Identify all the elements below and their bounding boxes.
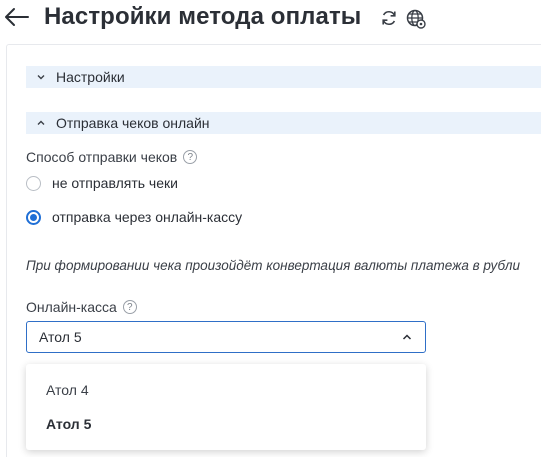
radio-online-cashbox-label: отправка через онлайн-кассу [52, 209, 243, 225]
dropdown-option-atol-5[interactable]: Атол 5 [46, 416, 91, 432]
radio-no-receipts-label: не отправлять чеки [52, 175, 178, 191]
globe-settings-icon[interactable] [406, 9, 426, 29]
chevron-down-icon [26, 66, 56, 88]
section-settings-header[interactable]: Настройки [26, 66, 541, 88]
chevron-up-icon [26, 112, 56, 134]
refresh-icon[interactable] [380, 9, 398, 27]
help-icon[interactable]: ? [122, 300, 137, 314]
cashbox-label-text: Онлайн-касса [26, 299, 117, 315]
radio-button-checked[interactable] [26, 209, 41, 225]
receipt-method-label-text: Способ отправки чеков [26, 149, 178, 165]
section-settings-label: Настройки [56, 69, 125, 85]
radio-button-unchecked[interactable] [26, 175, 41, 191]
dropdown-option-atol-4[interactable]: Атол 4 [46, 382, 89, 398]
radio-no-receipts[interactable]: не отправлять чеки [26, 173, 178, 193]
section-receipts-header[interactable]: Отправка чеков онлайн [26, 112, 541, 134]
cashbox-select[interactable]: Атол 5 [26, 321, 426, 353]
cashbox-dropdown-menu: Атол 4 Атол 5 [26, 364, 426, 450]
cashbox-label: Онлайн-касса ? [26, 299, 137, 315]
page-header: Настройки метода оплаты [0, 0, 541, 40]
cashbox-selected-value: Атол 5 [39, 329, 82, 345]
section-receipts-label: Отправка чеков онлайн [56, 115, 210, 131]
currency-conversion-note: При формировании чека произойдёт конверт… [26, 258, 520, 273]
radio-online-cashbox[interactable]: отправка через онлайн-кассу [26, 207, 242, 227]
chevron-up-icon [402, 334, 412, 340]
help-icon[interactable]: ? [183, 150, 198, 164]
page-title: Настройки метода оплаты [44, 3, 362, 30]
receipt-method-label: Способ отправки чеков ? [26, 149, 198, 165]
arrow-left-icon[interactable] [4, 5, 30, 29]
